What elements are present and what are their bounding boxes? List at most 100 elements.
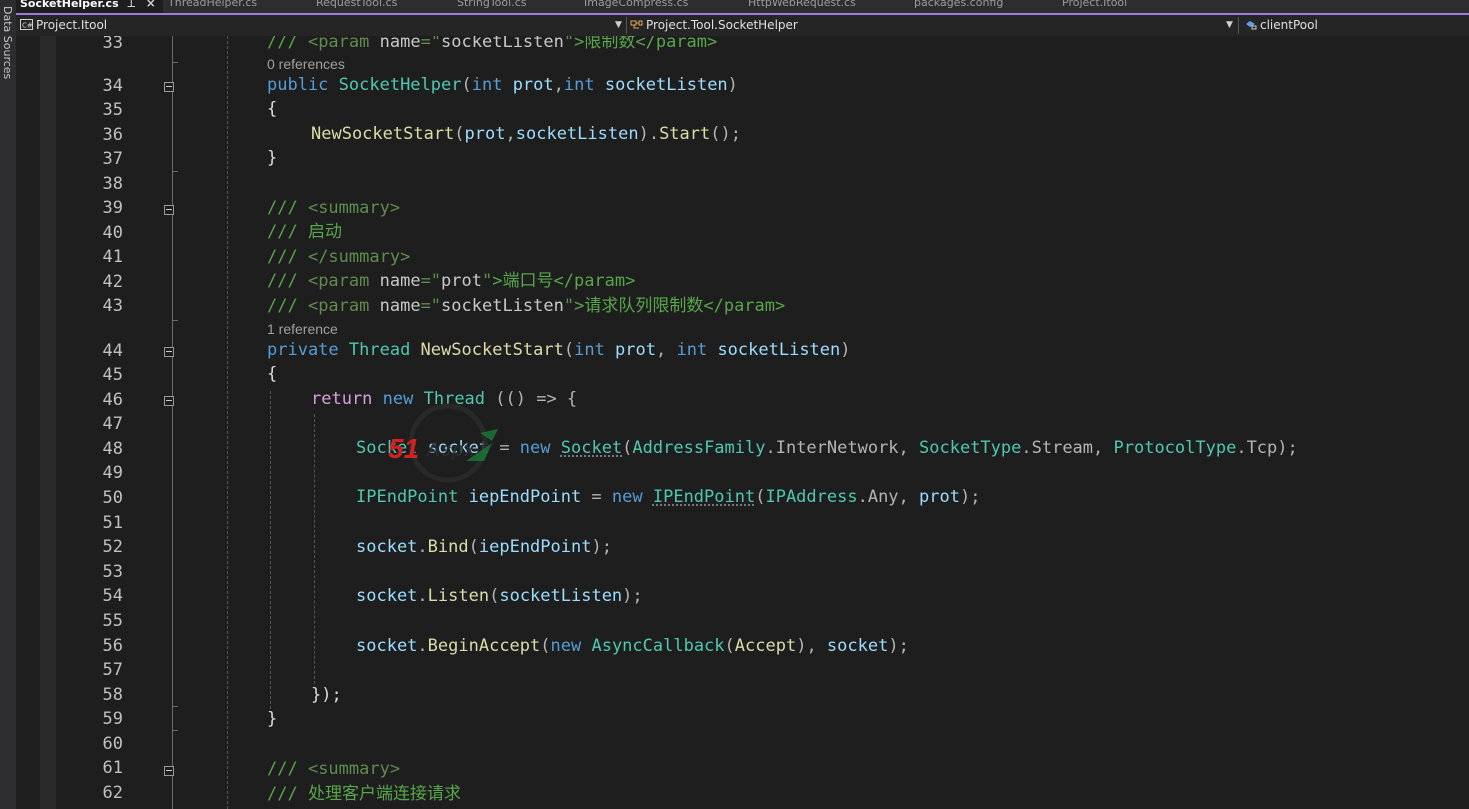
line-number: 40 (102, 223, 123, 243)
xml-quote: =" (420, 271, 442, 291)
code-line-33: /// <param name="socketListen">限制数</para… (267, 36, 717, 54)
data-sources-label[interactable]: Data Sources (1, 6, 14, 79)
comment-text: 处理客户端连接请求 (307, 784, 461, 804)
tab-httpwebrequest[interactable]: HttpWebRequest.cs (748, 0, 908, 13)
comment-text: 启动 (307, 222, 342, 242)
line-number: 46 (102, 390, 123, 410)
navigation-bar: C# Project.Itool ▼ Project.Tool.SocketHel… (16, 15, 1469, 37)
chevron-down-icon[interactable]: ▼ (615, 15, 622, 36)
csharp-project-icon: C# (20, 19, 33, 30)
tab-sockethelper[interactable]: SocketHelper.cs ⊥ × (16, 0, 163, 13)
tab-label: Project.Itool (1062, 0, 1128, 9)
line-number: 43 (102, 296, 123, 316)
member-name: clientPool (1260, 18, 1318, 32)
line-number: 36 (102, 125, 123, 145)
tab-label: packages.config (914, 0, 1004, 9)
close-icon[interactable]: × (146, 0, 156, 10)
type-name: SocketType (919, 438, 1022, 458)
codelens-references[interactable]: 0 references (267, 56, 345, 72)
line-number: 47 (102, 414, 123, 434)
tab-threadhelper[interactable]: ThreadHelper.cs (168, 0, 308, 13)
collapse-icon[interactable] (164, 766, 174, 776)
line-number: 44 (102, 341, 123, 361)
local-variable: socket (356, 636, 418, 656)
line-number: 55 (102, 611, 123, 631)
local-variable: iepEndPoint (478, 537, 592, 557)
keyword: new (611, 487, 653, 507)
xml-tag: <summary> (307, 198, 401, 218)
collapse-icon[interactable] (164, 205, 174, 215)
tab-label: RequestTool.cs (316, 0, 398, 9)
line-number: 50 (102, 488, 123, 508)
tab-project-itool[interactable]: Project.Itool (1062, 0, 1180, 13)
line-number: 38 (102, 174, 123, 194)
codelens-references[interactable]: 1 reference (267, 321, 338, 337)
divider (1238, 17, 1239, 34)
code-line-52: socket.Bind(iepEndPoint); (356, 535, 612, 559)
type-name: IPAddress (765, 487, 858, 507)
member: .InterNetwork, (765, 438, 920, 458)
chevron-down-icon[interactable]: ▼ (1226, 15, 1233, 36)
punct: ); (591, 537, 612, 557)
outline-line (172, 730, 173, 766)
tab-requesttool[interactable]: RequestTool.cs (316, 0, 451, 13)
xml-attr: name (379, 36, 421, 52)
parameter: socketListen (499, 586, 623, 606)
tab-packages-config[interactable]: packages.config (914, 0, 1054, 13)
tab-label: ThreadHelper.cs (168, 0, 258, 9)
parameter: socketListen (604, 75, 728, 95)
collapse-icon[interactable] (164, 347, 174, 357)
code-line-43: /// <param name="socketListen">请求队列限制数</… (267, 294, 785, 318)
punct: ); (888, 636, 909, 656)
member-dropdown[interactable]: clientPool (1244, 15, 1464, 36)
punct: ( (622, 438, 633, 458)
watermark-brand: 51 (388, 433, 420, 464)
tab-label: HttpWebRequest.cs (748, 0, 856, 9)
punct: ( (563, 340, 575, 360)
comment-slashes: /// (267, 271, 308, 291)
line-number: 53 (102, 562, 123, 582)
line-number: 49 (102, 463, 123, 483)
line-number: 41 (102, 247, 123, 267)
method-name: Bind (427, 537, 469, 557)
comment-slashes: /// (267, 296, 308, 316)
outline-line (172, 406, 173, 706)
project-name: Project.Itool (36, 18, 108, 32)
punct: , (656, 340, 677, 360)
keyword: private (267, 340, 349, 360)
outline-line (172, 215, 173, 321)
outline-line (172, 321, 173, 347)
outline-line (172, 36, 173, 83)
pin-icon[interactable]: ⊥ (127, 0, 136, 10)
collapse-icon[interactable] (164, 396, 174, 406)
xml-value: socketListen (441, 36, 564, 52)
code-line-36: NewSocketStart(prot,socketListen).Start(… (311, 122, 741, 146)
method-name: NewSocketStart (311, 124, 455, 144)
method-name: NewSocketStart (420, 340, 564, 360)
xml-attr: name (379, 296, 421, 316)
xml-tag: </summary> (307, 247, 411, 267)
parameter: prot (919, 487, 960, 507)
xml-value: socketListen (441, 296, 564, 316)
tab-imagecompress[interactable]: ImageCompress.cs (584, 0, 742, 13)
code-editor[interactable]: 33 34 35 36 37 38 39 40 41 42 43 44 45 4… (16, 36, 1469, 809)
type-name: AsyncCallback (591, 636, 725, 656)
member: .Any, (857, 487, 920, 507)
punct: . (417, 537, 428, 557)
xml-quote: " (563, 36, 575, 52)
code-line-42: /// <param name="prot">端口号</param> (267, 269, 635, 293)
line-number: 37 (102, 149, 123, 169)
collapse-icon[interactable] (164, 82, 174, 92)
left-tool-strip[interactable]: Data Sources (0, 0, 17, 809)
watermark-logo: 51 Aspx (388, 403, 508, 483)
xml-attr: name (379, 271, 421, 291)
xml-content: >请求队列限制数</param> (574, 296, 786, 316)
code-line-54: socket.Listen(socketListen); (356, 584, 643, 608)
punct: , (505, 124, 516, 144)
indent-guide (314, 414, 315, 684)
class-dropdown[interactable]: Project.Tool.SocketHelper (630, 15, 1230, 36)
indicator-margin (40, 36, 56, 809)
project-dropdown[interactable]: C# Project.Itool (20, 15, 620, 36)
indent-guide (270, 391, 271, 709)
tab-stringtool[interactable]: StringTool.cs (457, 0, 579, 13)
